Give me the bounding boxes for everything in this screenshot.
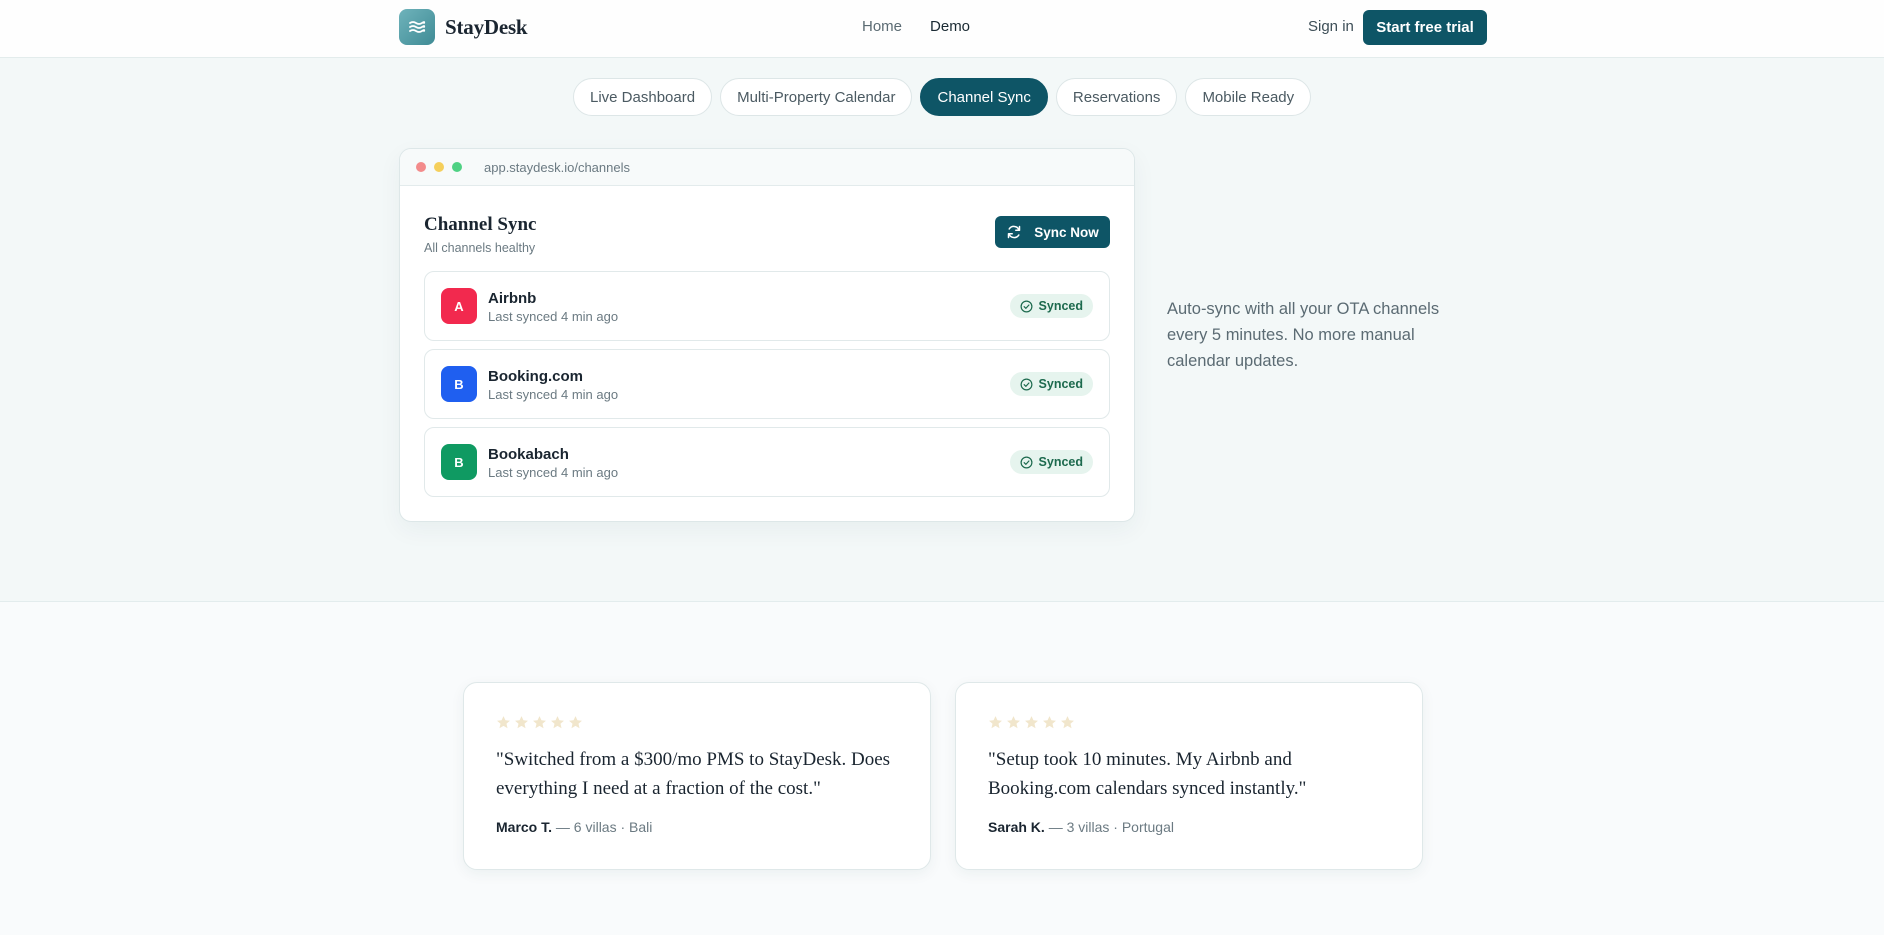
channel-last-synced: Last synced 4 min ago [488, 309, 619, 324]
channel-name: Airbnb [488, 290, 537, 307]
status-badge: Synced [1009, 450, 1093, 474]
testimonial-quote: "Switched from a $300/mo PMS to StayDesk… [496, 749, 891, 799]
tab-reservations[interactable]: Reservations [1055, 78, 1178, 116]
channel-avatar: B [441, 444, 477, 480]
nav-home-link[interactable]: Home [862, 18, 902, 35]
tab-multi-property-calendar[interactable]: Multi-Property Calendar [720, 78, 913, 116]
check-circle-icon [1020, 300, 1033, 312]
testimonial-author: Sarah K. — 3 villas · Portugal [988, 819, 1174, 835]
star-icon [533, 716, 546, 729]
channel-name: Booking.com [488, 368, 584, 385]
window-maximize-dot [452, 162, 462, 172]
waves-logo-icon [399, 9, 435, 45]
status-badge: Synced [1009, 294, 1093, 318]
testimonial-author: Marco T. — 6 villas · Bali [496, 819, 652, 835]
brand-logo[interactable]: StayDesk [399, 9, 528, 45]
channel-avatar: B [441, 366, 477, 402]
status-label: Synced [1038, 455, 1083, 469]
check-circle-icon [1020, 378, 1033, 390]
panel-subtitle: All channels healthy [424, 241, 536, 255]
status-label: Synced [1038, 299, 1083, 313]
channel-row-bookabach[interactable]: B Bookabach Last synced 4 min ago Synced [424, 427, 1110, 497]
star-rating [496, 715, 583, 730]
nav-demo-link[interactable]: Demo [930, 18, 970, 35]
star-rating [988, 715, 1075, 730]
sync-now-label: Sync Now [1034, 224, 1099, 240]
feature-description: Auto-sync with all your OTA channels eve… [1167, 300, 1440, 370]
check-circle-icon [1020, 456, 1033, 468]
author-name: Marco T. [496, 819, 553, 835]
start-free-trial-button[interactable]: Start free trial [1363, 10, 1487, 45]
star-icon [1007, 716, 1020, 729]
testimonial-card: "Setup took 10 minutes. My Airbnb and Bo… [955, 682, 1423, 870]
window-title-bar: app.staydesk.io/channels [400, 149, 1134, 186]
window-close-dot [416, 162, 426, 172]
star-icon [497, 716, 510, 729]
star-icon [551, 716, 564, 729]
star-icon [989, 716, 1002, 729]
status-badge: Synced [1009, 372, 1093, 396]
tab-mobile-ready[interactable]: Mobile Ready [1185, 78, 1312, 116]
author-name: Sarah K. [988, 819, 1045, 835]
panel-title: Channel Sync [424, 214, 537, 235]
channel-avatar: A [441, 288, 477, 324]
testimonial-quote: "Setup took 10 minutes. My Airbnb and Bo… [988, 749, 1307, 799]
tab-channel-sync[interactable]: Channel Sync [920, 78, 1048, 116]
brand-name: StayDesk [445, 14, 528, 39]
channel-last-synced: Last synced 4 min ago [488, 465, 619, 480]
star-icon [1043, 716, 1056, 729]
feature-tabs: Live Dashboard Multi-Property Calendar C… [573, 78, 1312, 116]
star-icon [1061, 716, 1074, 729]
channel-last-synced: Last synced 4 min ago [488, 387, 619, 402]
channel-row-airbnb[interactable]: A Airbnb Last synced 4 min ago Synced [424, 271, 1110, 341]
testimonials-section [0, 601, 1884, 935]
channel-name: Bookabach [488, 446, 569, 463]
author-details: — 3 villas · Portugal [1044, 819, 1174, 835]
window-minimize-dot [434, 162, 444, 172]
main-nav: Home Demo [862, 18, 970, 35]
star-icon [515, 716, 528, 729]
sync-now-button[interactable]: Sync Now [995, 216, 1110, 248]
author-details: — 6 villas · Bali [552, 819, 653, 835]
channel-row-booking[interactable]: B Booking.com Last synced 4 min ago Sync… [424, 349, 1110, 419]
sign-in-link[interactable]: Sign in [1308, 18, 1354, 35]
testimonial-card: "Switched from a $300/mo PMS to StayDesk… [463, 682, 931, 870]
window-url: app.staydesk.io/channels [484, 159, 630, 175]
site-header: StayDesk Home Demo Sign in Start free tr… [0, 0, 1884, 58]
star-icon [1025, 716, 1038, 729]
refresh-icon [1007, 225, 1021, 239]
app-window-preview: app.staydesk.io/channels Channel Sync Al… [399, 148, 1135, 522]
status-label: Synced [1038, 377, 1083, 391]
star-icon [569, 716, 582, 729]
tab-live-dashboard[interactable]: Live Dashboard [573, 78, 713, 116]
